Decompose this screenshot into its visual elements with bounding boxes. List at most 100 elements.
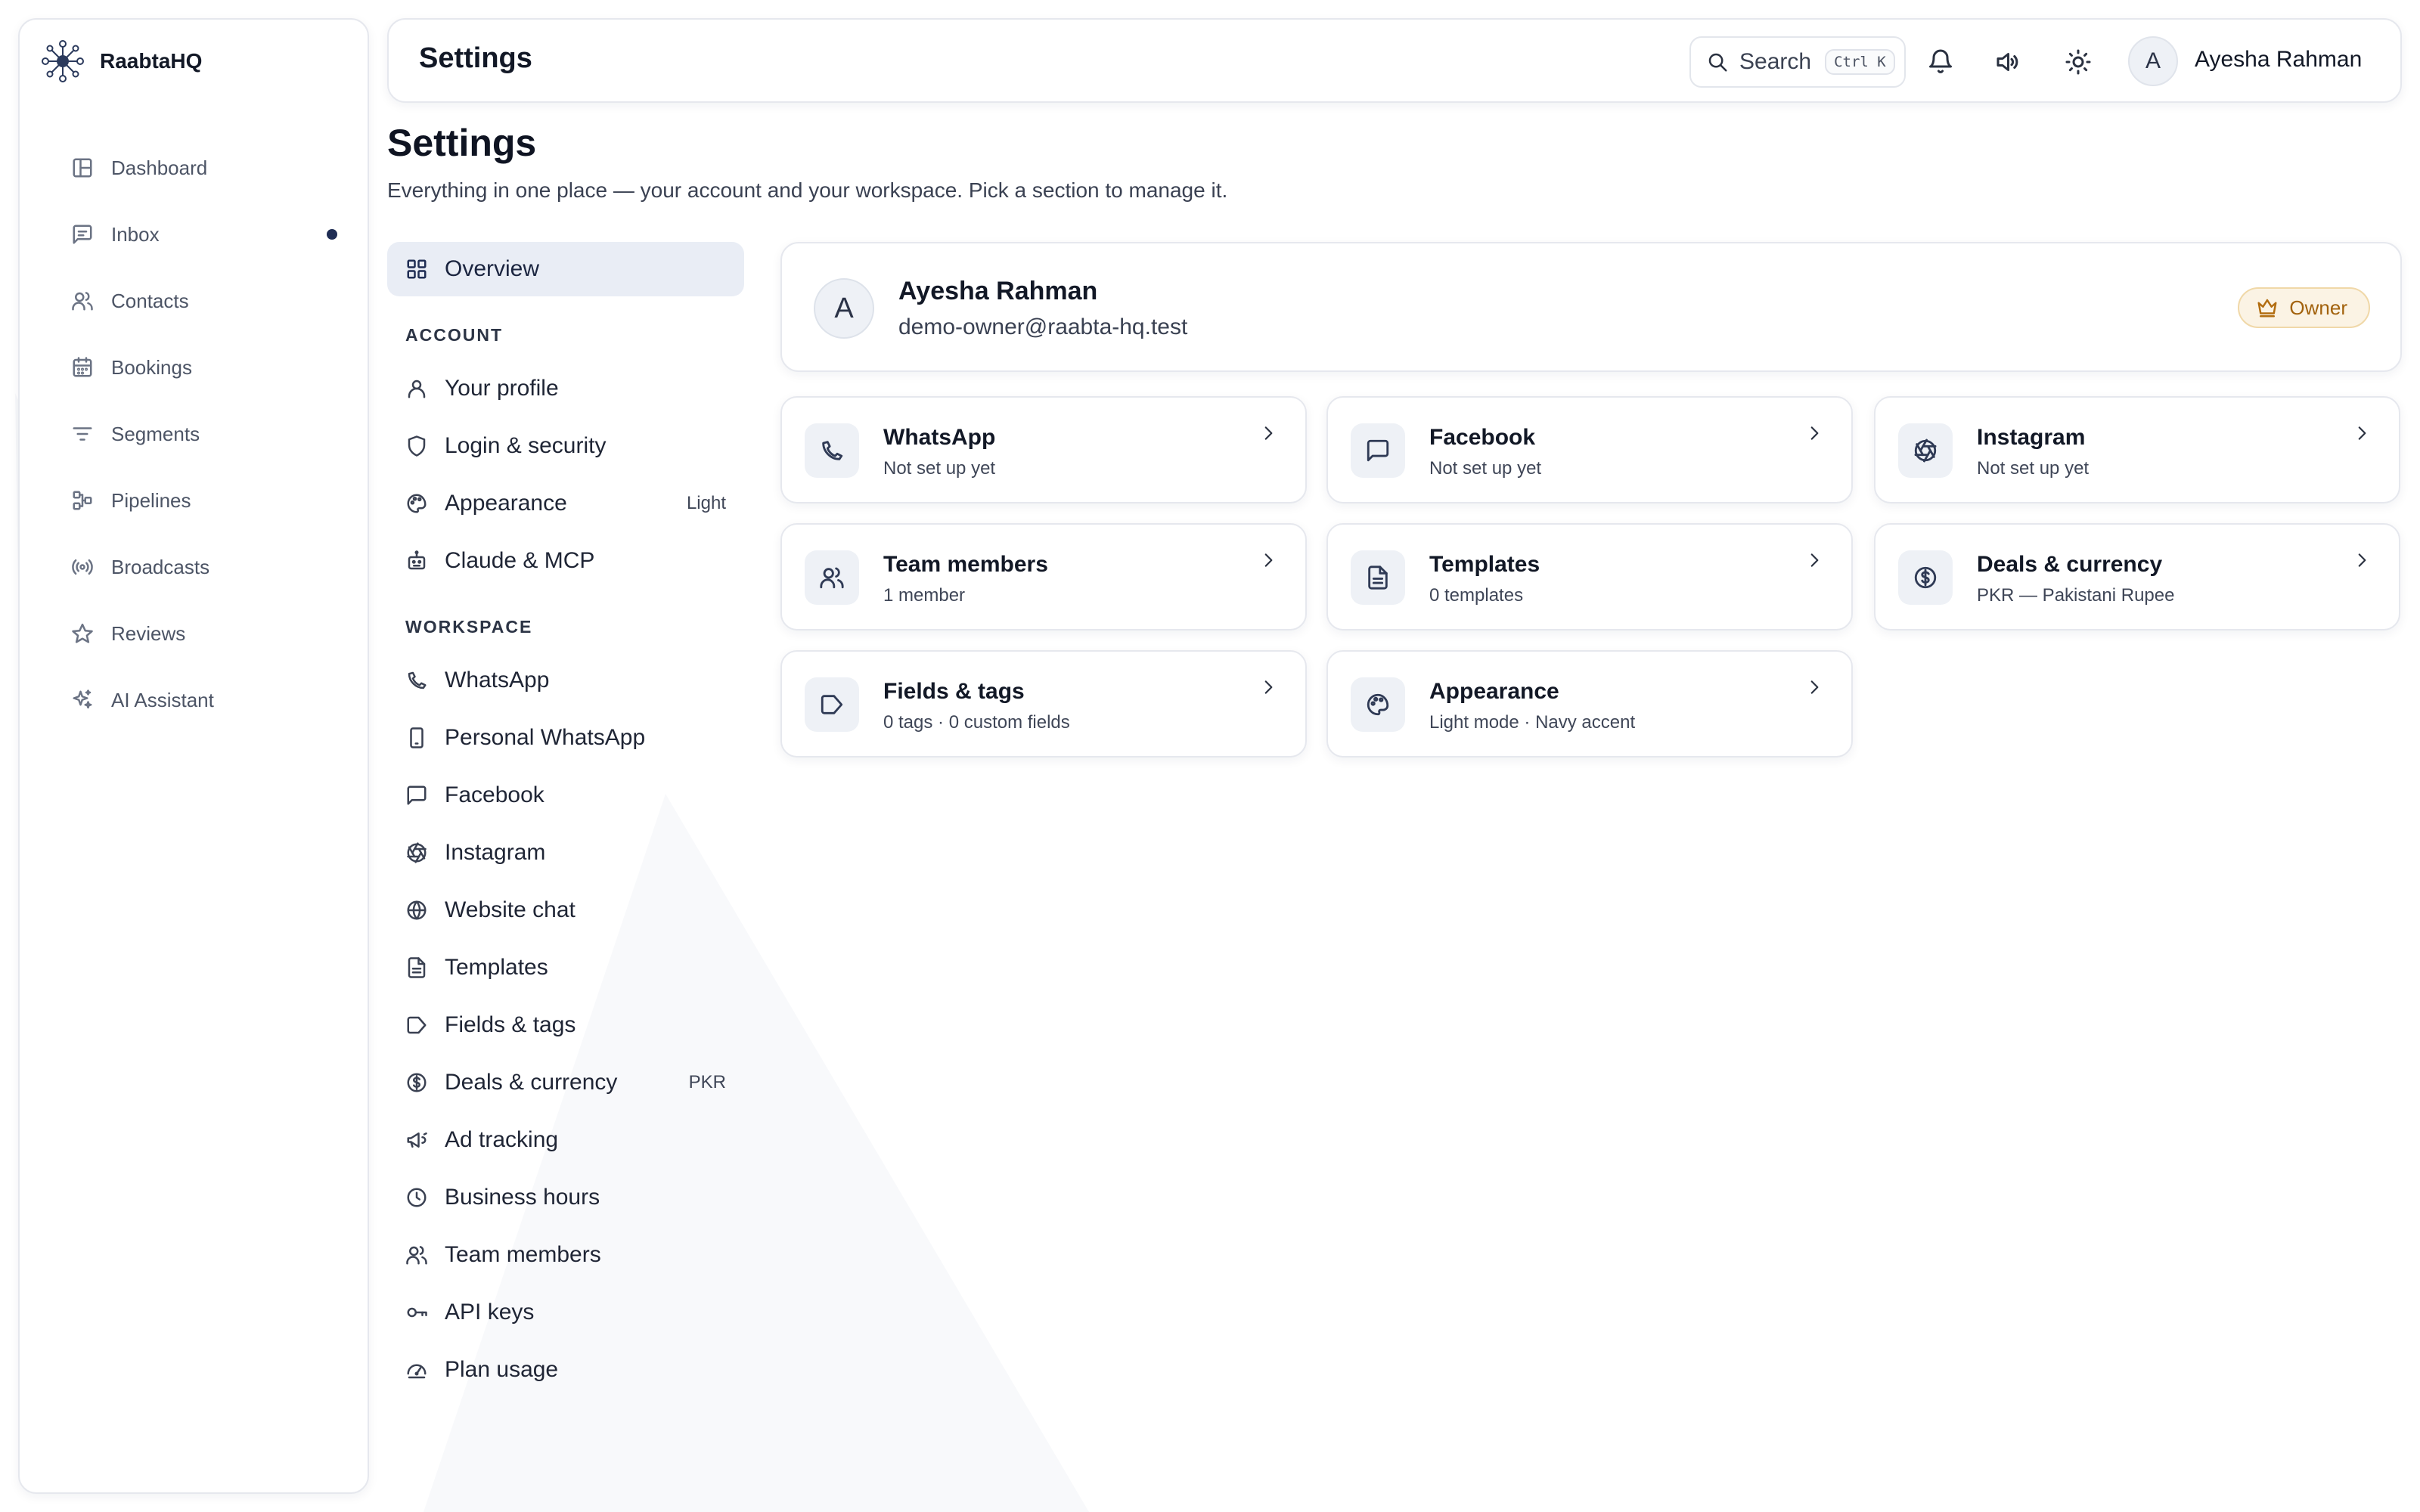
- sidebar-item-ai-assistant[interactable]: AI Assistant: [35, 677, 355, 723]
- card-icon-box: [1351, 550, 1405, 605]
- tag-icon: [821, 695, 843, 714]
- settings-nav-label: Claude & MCP: [445, 548, 595, 573]
- user-name[interactable]: Ayesha Rahman: [2195, 47, 2362, 73]
- account-heading: ACCOUNT: [405, 325, 503, 345]
- file-text-icon: [408, 957, 426, 978]
- broadcast-icon: [72, 559, 93, 575]
- sidebar-item-reviews[interactable]: Reviews: [35, 611, 355, 656]
- card-templates[interactable]: Templates 0 templates: [1326, 523, 1853, 631]
- settings-nav-plan-usage[interactable]: Plan usage: [387, 1347, 744, 1393]
- chevron-right-icon: [1810, 680, 1819, 694]
- top-bar: Settings Search Ctrl K A Ayesha Rahman: [387, 18, 2402, 103]
- card-subtitle: 1 member: [883, 585, 966, 606]
- sidebar-item-label: Broadcasts: [111, 555, 210, 578]
- user-icon: [408, 380, 426, 398]
- settings-nav-whatsapp[interactable]: WhatsApp: [387, 658, 744, 703]
- sidebar-item-dashboard[interactable]: Dashboard: [35, 145, 355, 191]
- chevron-right-icon: [2358, 553, 2366, 567]
- settings-nav-label: Ad tracking: [445, 1127, 559, 1152]
- card-title: Deals & currency: [1977, 552, 2163, 577]
- search-shortcut: Ctrl K: [1825, 49, 1895, 75]
- sidebar-item-label: Inbox: [111, 222, 160, 246]
- clock-icon: [407, 1188, 427, 1207]
- settings-nav-label: Overview: [445, 256, 540, 281]
- card-icon-box: [1351, 677, 1405, 732]
- card-title: Templates: [1429, 552, 1540, 577]
- card-subtitle: Not set up yet: [883, 458, 996, 479]
- settings-nav-api-keys[interactable]: API keys: [387, 1290, 744, 1335]
- sidebar-item-label: Contacts: [111, 289, 189, 312]
- search-button[interactable]: Search Ctrl K: [1689, 36, 1906, 88]
- main-nav: Dashboard Inbox Contacts Bookings Segmen…: [35, 145, 355, 744]
- sidebar-item-bookings[interactable]: Bookings: [35, 345, 355, 390]
- settings-nav-templates[interactable]: Templates: [387, 945, 744, 990]
- settings-nav-team-members[interactable]: Team members: [387, 1232, 744, 1278]
- team-icon: [406, 1246, 427, 1265]
- settings-nav-login-security[interactable]: Login & security: [387, 423, 744, 469]
- settings-nav-overview[interactable]: Overview: [387, 242, 744, 296]
- card-team-members[interactable]: Team members 1 member: [780, 523, 1307, 631]
- card-appearance[interactable]: Appearance Light mode · Navy accent: [1326, 650, 1853, 758]
- sidebar-item-segments[interactable]: Segments: [35, 411, 355, 457]
- settings-nav-appearance[interactable]: Appearance Light: [387, 481, 744, 526]
- palette-icon: [1367, 693, 1389, 716]
- calendar-icon: [73, 357, 92, 377]
- workspace-heading: WORKSPACE: [405, 617, 533, 637]
- settings-nav-label: WhatsApp: [445, 668, 550, 692]
- card-subtitle: PKR — Pakistani Rupee: [1977, 585, 2175, 606]
- notifications-button[interactable]: [1927, 48, 1954, 76]
- card-icon-box: [805, 550, 859, 605]
- sidebar-item-contacts[interactable]: Contacts: [35, 278, 355, 324]
- card-subtitle: 0 templates: [1429, 585, 1524, 606]
- sound-toggle-button[interactable]: [1993, 48, 2021, 76]
- sidebar-item-inbox[interactable]: Inbox: [35, 212, 355, 257]
- settings-nav-ad-tracking[interactable]: Ad tracking: [387, 1117, 744, 1163]
- card-deals-currency[interactable]: Deals & currency PKR — Pakistani Rupee: [1874, 523, 2400, 631]
- card-fields-tags[interactable]: Fields & tags 0 tags · 0 custom fields: [780, 650, 1307, 758]
- search-label: Search: [1739, 49, 1812, 74]
- profile-card: A Ayesha Rahman demo-owner@raabta-hq.tes…: [780, 242, 2402, 372]
- brand[interactable]: RaabtaHQ: [41, 39, 202, 83]
- whatsapp-icon: [822, 441, 843, 460]
- card-instagram[interactable]: Instagram Not set up yet: [1874, 396, 2400, 503]
- card-title: Appearance: [1429, 679, 1559, 704]
- settings-nav-deals-currency[interactable]: Deals & currency PKR: [387, 1060, 744, 1105]
- card-facebook[interactable]: Facebook Not set up yet: [1326, 396, 1853, 503]
- settings-nav-claude-mcp[interactable]: Claude & MCP: [387, 538, 744, 584]
- settings-nav-website-chat[interactable]: Website chat: [387, 888, 744, 933]
- sidebar-item-label: AI Assistant: [111, 688, 214, 711]
- settings-nav-instagram[interactable]: Instagram: [387, 830, 744, 875]
- settings-nav-label: Team members: [445, 1242, 601, 1267]
- card-icon-box: [805, 423, 859, 478]
- card-icon-box: [1898, 423, 1953, 478]
- sidebar-item-pipelines[interactable]: Pipelines: [35, 478, 355, 523]
- settings-nav: Overview ACCOUNT Your profile Login & se…: [387, 242, 744, 1382]
- card-title: Fields & tags: [883, 679, 1025, 704]
- user-avatar[interactable]: A: [2128, 36, 2178, 86]
- chevron-right-icon: [2358, 426, 2366, 440]
- chevron-right-icon: [1810, 553, 1819, 567]
- sidebar-item-label: Segments: [111, 422, 200, 445]
- settings-nav-label: Deals & currency: [445, 1070, 618, 1095]
- aperture-icon: [407, 842, 427, 863]
- brand-logo-icon: [41, 39, 85, 83]
- settings-nav-facebook[interactable]: Facebook: [387, 773, 744, 818]
- card-whatsapp[interactable]: WhatsApp Not set up yet: [780, 396, 1307, 503]
- megaphone-icon: [407, 1132, 427, 1148]
- settings-nav-label: Instagram: [445, 840, 546, 865]
- theme-toggle-button[interactable]: [2065, 48, 2092, 76]
- settings-nav-your-profile[interactable]: Your profile: [387, 366, 744, 411]
- settings-nav-business-hours[interactable]: Business hours: [387, 1175, 744, 1220]
- page-title: Settings: [387, 122, 537, 164]
- sidebar-item-label: Dashboard: [111, 156, 208, 179]
- settings-nav-fields-tags[interactable]: Fields & tags: [387, 1002, 744, 1048]
- bot-icon: [408, 550, 426, 570]
- settings-nav-label: Facebook: [445, 782, 544, 807]
- sun-icon: [2065, 49, 2091, 75]
- file-text-icon: [1368, 565, 1388, 590]
- settings-nav-personal-whatsapp[interactable]: Personal WhatsApp: [387, 715, 744, 761]
- sidebar-item-broadcasts[interactable]: Broadcasts: [35, 544, 355, 590]
- search-icon: [1708, 53, 1727, 72]
- bell-icon: [1929, 49, 1952, 73]
- card-title: Team members: [883, 552, 1048, 577]
